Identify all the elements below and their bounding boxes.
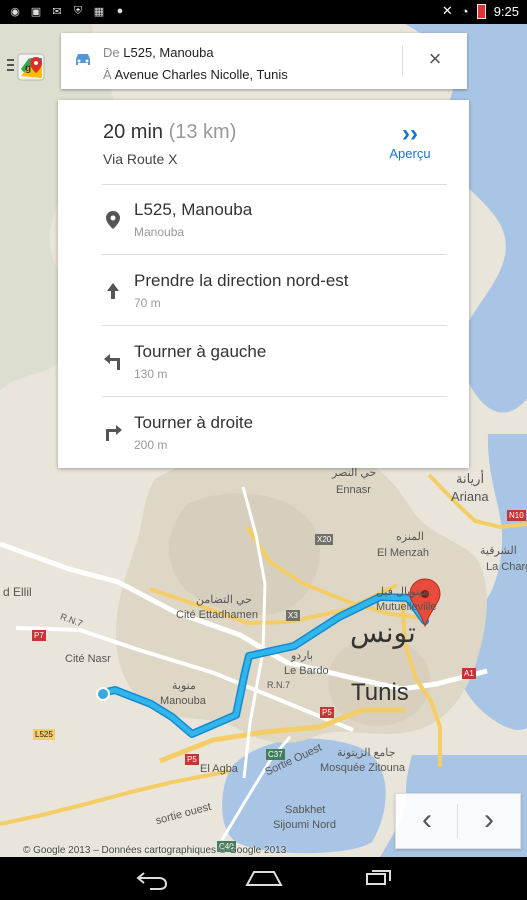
system-status: ✕ ◔ 9:25 (442, 3, 519, 19)
distance-value: (13 km) (168, 121, 237, 143)
apps-icon: ▦ (93, 5, 105, 18)
map-label-ettadhamen-ar: حي التضامن (196, 594, 252, 606)
origin-marker (96, 687, 110, 701)
route-summary: 20 min (13 km) Via Route X ›› Aperçu (58, 100, 469, 184)
step-subtitle: Manouba (134, 225, 185, 239)
preview-button[interactable]: ›› Aperçu (384, 121, 436, 161)
map-copyright: © Google 2013 – Données cartographiques … (23, 845, 287, 856)
turn-left-icon (104, 354, 120, 370)
map-label-zitouna-ar: جامع الزيتونة (337, 747, 396, 759)
map-label-charguia-ar: الشرقية (480, 545, 517, 557)
map-label-c37: C37 (266, 749, 285, 760)
google-maps-icon: g (17, 53, 45, 81)
map-label-ennasr: Ennasr (336, 484, 371, 496)
step-navigation: ‹ › (395, 793, 521, 849)
map-label-sebkhet: Sabkhet (285, 804, 326, 816)
menu-icon (7, 59, 14, 71)
map-label-a1: A1 (462, 668, 476, 679)
map-label-p5-west: P5 (185, 754, 199, 765)
direction-step[interactable]: L525, Manouba Manouba (58, 184, 469, 254)
notification-icons: ◉ ▣ ✉ ⛨ ▦ ● (8, 4, 127, 18)
location-icon: ◉ (10, 5, 20, 18)
map-label-bardo-ar: باردو (291, 650, 313, 662)
origin-field[interactable]: De L525, Manouba (103, 42, 288, 64)
preview-arrow-icon: ›› (402, 120, 418, 147)
directions-panel: 20 min (13 km) Via Route X ›› Aperçu L52… (58, 100, 469, 468)
map-label-ariana: Ariana (451, 489, 489, 504)
map-label-rn7-bardo: R.N.7 (267, 680, 291, 690)
map-label-x3: X3 (286, 610, 300, 621)
input-divider (402, 46, 403, 76)
home-button[interactable] (239, 857, 289, 900)
duration-value: 20 min (103, 121, 164, 143)
next-step-button[interactable]: › (458, 794, 520, 848)
direction-step[interactable]: Tourner à gauche 130 m (58, 326, 469, 396)
battery-icon (476, 3, 486, 19)
image-icon: ▣ (30, 5, 42, 18)
direction-step[interactable]: Prendre la direction nord-est 70 m (58, 255, 469, 325)
map-label-el-agba: El Agba (200, 763, 238, 775)
mute-icon: ✕ (441, 3, 453, 18)
step-title: Tourner à droite (134, 413, 254, 432)
clock: 9:25 (493, 3, 519, 19)
arrow-up-icon (107, 283, 119, 299)
map-label-sijoumi: Sijoumi Nord (273, 819, 336, 831)
back-button[interactable] (126, 857, 176, 900)
map-label-n10: N10 (507, 510, 526, 521)
map-label-manouba: Manouba (160, 695, 206, 707)
map-label-p5: P5 (320, 707, 334, 718)
route-endpoints: De L525, Manouba À Avenue Charles Nicoll… (103, 42, 288, 86)
map-label-d-ellil: d Ellil (3, 585, 32, 599)
step-subtitle: 70 m (134, 296, 161, 310)
destination-field[interactable]: À Avenue Charles Nicolle, Tunis (103, 64, 288, 86)
recent-apps-button[interactable] (353, 857, 403, 900)
map-label-p7: P7 (32, 630, 46, 641)
route-duration-row: 20 min (13 km) (103, 121, 236, 144)
map-label-la-charguia: La Chargui (486, 561, 527, 573)
map-label-mosquee: Mosquée Zitouna (320, 762, 405, 774)
location-pin-icon (106, 211, 120, 229)
step-title: Tourner à gauche (134, 342, 267, 361)
map-label-l525: L525 (33, 729, 55, 740)
status-bar: ◉ ▣ ✉ ⛨ ▦ ● ✕ ◔ 9:25 (0, 0, 527, 24)
car-icon (76, 54, 90, 65)
map-label-cite-nasr: Cité Nasr (65, 653, 111, 665)
step-subtitle: 130 m (134, 367, 168, 381)
android-icon: ● (116, 5, 124, 17)
map-label-le-bardo: Le Bardo (284, 665, 329, 677)
previous-step-button[interactable]: ‹ (396, 794, 458, 848)
map-label-menzah: El Menzah (377, 547, 429, 559)
turn-right-icon (106, 425, 122, 441)
route-via: Via Route X (103, 151, 178, 167)
map-label-menzah-ar: المنزه (396, 531, 424, 543)
map-label-ariana-ar: أريانة (456, 471, 485, 486)
route-input-card: De L525, Manouba À Avenue Charles Nicoll… (61, 33, 467, 89)
android-navigation-bar (0, 857, 527, 900)
svg-text:g: g (25, 63, 31, 74)
map-label-x20: X20 (315, 534, 334, 545)
origin-value: L525, Manouba (123, 45, 214, 60)
preview-label: Aperçu (389, 146, 431, 161)
wifi-icon: ◔ (460, 3, 469, 19)
city-label-tunis-ar: تونس (350, 616, 416, 649)
destination-prefix: À (103, 67, 112, 82)
close-directions-button[interactable]: × (423, 47, 447, 71)
map-label-mutuelle-ar: ميتويال فيل (376, 586, 429, 598)
origin-prefix: De (103, 45, 120, 60)
city-label-tunis: Tunis (351, 679, 409, 706)
mail-icon: ✉ (52, 5, 62, 18)
shield-icon: ⛨ (73, 4, 83, 17)
destination-value: Avenue Charles Nicolle, Tunis (114, 67, 288, 82)
direction-step[interactable]: Tourner à droite 200 m (58, 397, 469, 467)
step-title: L525, Manouba (134, 200, 253, 219)
map-label-manouba-ar: منوبة (172, 680, 196, 692)
maps-menu-button[interactable]: g (7, 53, 47, 81)
step-title: Prendre la direction nord-est (134, 271, 349, 290)
step-subtitle: 200 m (134, 438, 168, 452)
map-label-ettadhamen: Cité Ettadhamen (176, 609, 258, 621)
map-label-mutuelleville: Mutuelleville (376, 601, 437, 613)
